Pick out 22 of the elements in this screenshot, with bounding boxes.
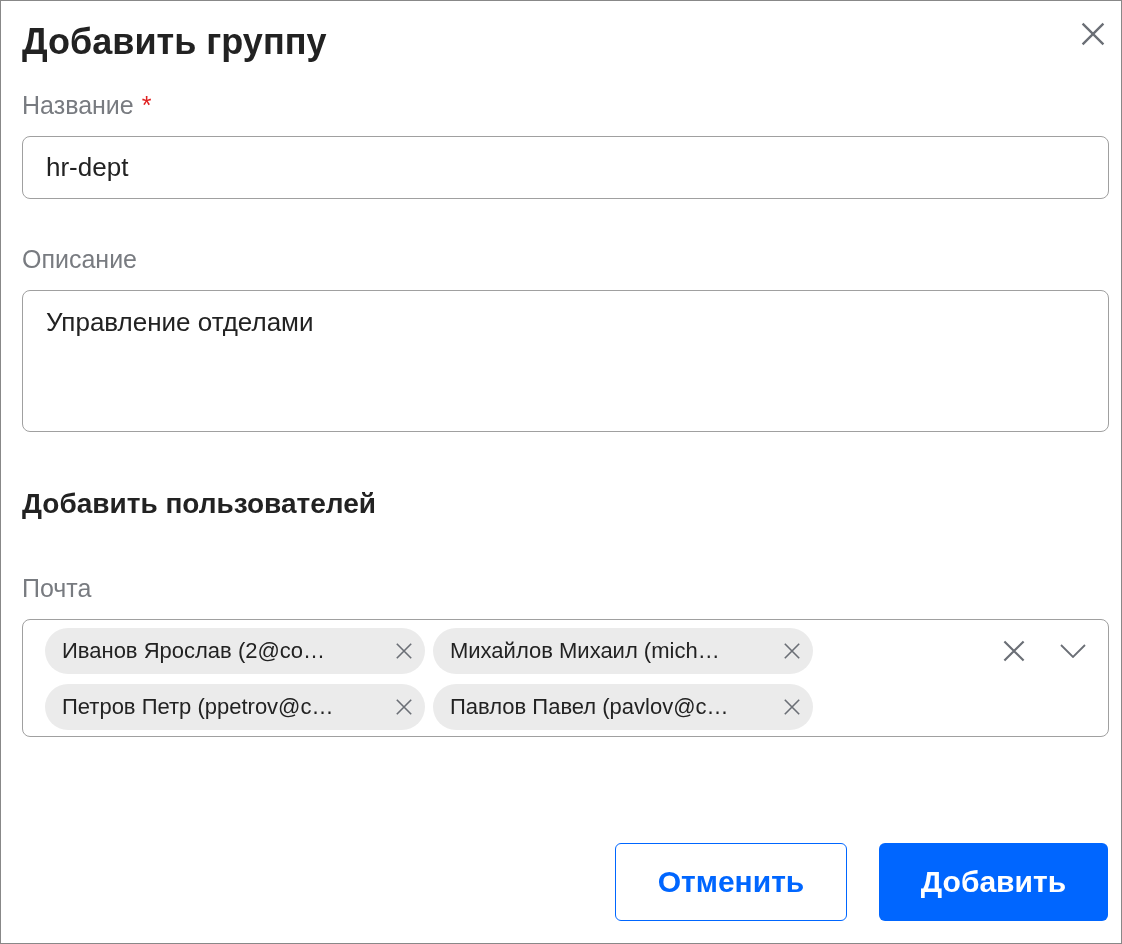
chip-label: Михайлов Михаил (mich… [450, 638, 720, 664]
field-label: Почта [22, 574, 92, 603]
remove-icon[interactable] [395, 642, 413, 660]
field-label: Описание [22, 245, 138, 274]
close-icon[interactable] [1080, 21, 1106, 47]
clear-icon[interactable] [1002, 639, 1026, 663]
chip-label: Иванов Ярослав (2@co… [62, 638, 326, 664]
section-heading: Добавить пользователей [22, 488, 377, 520]
add-button[interactable]: Добавить [879, 843, 1108, 921]
cancel-button[interactable]: Отменить [615, 843, 847, 921]
remove-icon[interactable] [783, 642, 801, 660]
chip-label: Петров Петр (ppetrov@c… [62, 694, 334, 720]
remove-icon[interactable] [783, 698, 801, 716]
description-field[interactable]: Управление отделами [22, 290, 1109, 432]
name-field[interactable]: hr-dept [22, 136, 1109, 199]
dialog-title: Добавить группу [22, 21, 327, 63]
remove-icon[interactable] [395, 698, 413, 716]
required-mark: * [141, 91, 152, 120]
field-label: Название [22, 91, 134, 120]
chevron-down-icon[interactable] [1060, 644, 1086, 658]
chip-label: Павлов Павел (pavlov@c… [450, 694, 729, 720]
email-select[interactable]: Иванов Ярослав (2@co… Михайлов Михаил (mich… Петров Петр (ppetrov@c… Павлов Павел (pavlov@c… [22, 619, 1109, 737]
